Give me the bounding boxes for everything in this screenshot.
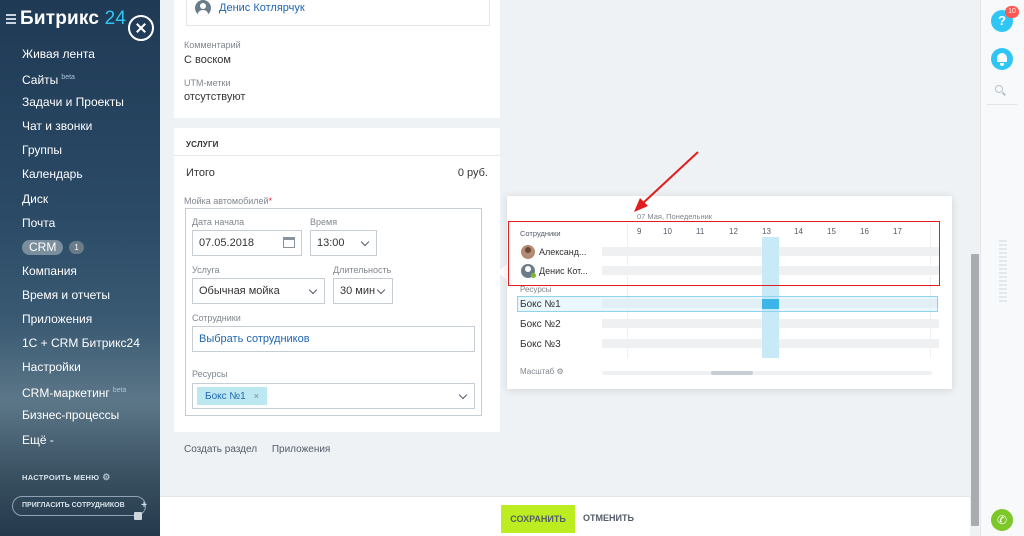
resources-label: Ресурсы xyxy=(192,369,228,379)
resources-select[interactable]: Бокс №1 × xyxy=(192,383,475,409)
configure-menu-link[interactable]: НАСТРОИТЬ МЕНЮ ⚙ xyxy=(22,472,111,483)
chevron-down-icon xyxy=(458,390,468,400)
popup-arrow xyxy=(498,264,507,280)
notifications-button[interactable] xyxy=(991,48,1013,70)
services-card: УСЛУГИ Итого 0 руб. Мойка автомобилей* Д… xyxy=(174,128,500,432)
total-label: Итого xyxy=(186,167,215,179)
lock-icon xyxy=(134,512,142,520)
sidebar-item-crm[interactable]: CRM 1 xyxy=(22,239,158,263)
sidebar-item-sites[interactable]: Сайты beta xyxy=(22,70,158,94)
chevron-down-icon xyxy=(308,285,318,295)
sidebar-item-time[interactable]: Время и отчеты xyxy=(22,287,158,311)
logo-text: Битрикс xyxy=(20,8,100,29)
divider xyxy=(987,104,1017,105)
close-icon[interactable] xyxy=(128,15,154,41)
form-footer: СОХРАНИТЬ ОТМЕНИТЬ xyxy=(160,496,980,536)
sidebar-item-groups[interactable]: Группы xyxy=(22,142,158,166)
left-sidebar: Битрикс 24 Живая лента Сайты beta Задачи … xyxy=(0,0,160,536)
booking-block[interactable] xyxy=(762,299,779,309)
car-wash-label: Мойка автомобилей* xyxy=(184,196,273,206)
contact-field: Денис Котлярчук xyxy=(186,0,490,26)
sidebar-menu: Живая лента Сайты beta Задачи и Проекты Ч… xyxy=(22,46,158,456)
bottom-links: Создать раздел Приложения xyxy=(184,444,342,455)
start-date-label: Дата начала xyxy=(192,217,245,227)
save-button[interactable]: СОХРАНИТЬ xyxy=(501,505,575,533)
sidebar-item-feed[interactable]: Живая лента xyxy=(22,46,158,70)
resource-name: Бокс №1 xyxy=(520,299,561,310)
bell-icon xyxy=(997,53,1007,62)
sidebar-item-disk[interactable]: Диск xyxy=(22,191,158,215)
comment-value: С воском xyxy=(184,54,231,66)
apps-link[interactable]: Приложения xyxy=(272,444,331,455)
utm-label: UTM-метки xyxy=(184,78,231,88)
vertical-label xyxy=(999,240,1007,304)
sidebar-item-settings[interactable]: Настройки xyxy=(22,359,158,383)
annotation-arrow xyxy=(634,151,699,212)
sidebar-item-chat[interactable]: Чат и звонки xyxy=(22,118,158,142)
gear-icon[interactable]: ⚙ xyxy=(556,367,563,376)
chevron-down-icon xyxy=(376,285,386,295)
cancel-button[interactable]: ОТМЕНИТЬ xyxy=(583,513,634,523)
highlight-frame xyxy=(508,221,940,286)
scrollbar-thumb[interactable] xyxy=(971,254,979,526)
comment-label: Комментарий xyxy=(184,40,241,50)
service-select[interactable]: Обычная мойка xyxy=(192,278,325,304)
resource-name: Бокс №3 xyxy=(520,339,561,350)
sidebar-item-company[interactable]: Компания xyxy=(22,263,158,287)
employees-label: Сотрудники xyxy=(192,313,241,323)
beta-badge: beta xyxy=(61,74,75,82)
search-icon[interactable] xyxy=(995,85,1006,96)
logo-number: 24 xyxy=(104,8,127,29)
service-label: Услуга xyxy=(192,265,220,275)
user-icon xyxy=(195,0,211,16)
sidebar-item-calendar[interactable]: Календарь xyxy=(22,166,158,190)
scale-slider-handle[interactable] xyxy=(711,371,753,375)
select-employees-link[interactable]: Выбрать сотрудников xyxy=(192,326,475,352)
duration-select[interactable]: 30 мин xyxy=(333,278,393,304)
sidebar-item-more[interactable]: Ещё - xyxy=(22,432,158,456)
sidebar-item-bp[interactable]: Бизнес-процессы xyxy=(22,407,158,431)
start-date-input[interactable]: 07.05.2018 xyxy=(192,230,302,256)
selected-resource-row[interactable] xyxy=(517,296,938,312)
chevron-down-icon xyxy=(360,237,370,247)
scale-slider[interactable] xyxy=(602,371,932,375)
sidebar-item-apps[interactable]: Приложения xyxy=(22,311,158,335)
services-title: УСЛУГИ xyxy=(186,140,219,149)
time-select[interactable]: 13:00 xyxy=(310,230,377,256)
beta-badge: beta xyxy=(112,387,127,395)
logo[interactable]: Битрикс 24 xyxy=(20,8,126,30)
time-label: Время xyxy=(310,217,338,227)
duration-label: Длительность xyxy=(333,265,392,275)
contact-name-link[interactable]: Денис Котлярчук xyxy=(219,2,305,14)
logo-row: Битрикс 24 xyxy=(0,8,160,41)
sidebar-item-1c[interactable]: 1С + CRM Битрикс24 xyxy=(22,335,158,359)
resource-name: Бокс №2 xyxy=(520,319,561,330)
sidebar-item-tasks[interactable]: Задачи и Проекты xyxy=(22,94,158,118)
total-value: 0 руб. xyxy=(457,167,488,179)
phone-icon[interactable]: ✆ xyxy=(991,509,1013,531)
sidebar-item-crm-marketing[interactable]: CRM-маркетинг beta xyxy=(22,383,158,407)
plus-icon: + xyxy=(141,500,147,511)
notification-badge: 10 xyxy=(1005,6,1019,18)
sidebar-item-mail[interactable]: Почта xyxy=(22,215,158,239)
utm-value: отсутствуют xyxy=(184,91,246,103)
divider xyxy=(174,155,500,156)
car-wash-booking-box: Дата начала 07.05.2018 Время 13:00 Услуг… xyxy=(185,208,482,416)
gear-icon: ⚙ xyxy=(102,472,111,482)
hamburger-icon[interactable] xyxy=(6,14,16,24)
scale-label: Масштаб ⚙ xyxy=(520,367,564,376)
right-rail: ? 10 ✆ xyxy=(980,0,1024,536)
create-section-link[interactable]: Создать раздел xyxy=(184,444,257,455)
remove-icon[interactable]: × xyxy=(254,391,259,401)
scheduler-resources-label: Ресурсы xyxy=(520,285,552,294)
resource-tag[interactable]: Бокс №1 × xyxy=(197,387,267,405)
invite-employees-button[interactable]: ПРИГЛАСИТЬ СОТРУДНИКОВ + xyxy=(12,496,147,516)
calendar-icon[interactable] xyxy=(283,237,295,248)
crm-count-badge: 1 xyxy=(69,240,84,254)
